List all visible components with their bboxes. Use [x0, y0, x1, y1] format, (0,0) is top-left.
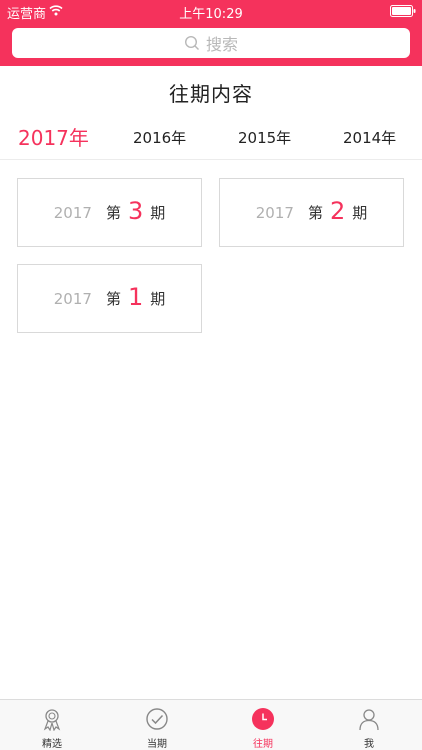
tab-2014[interactable]: 2014年 [343, 118, 396, 158]
tab-label: 我 [364, 739, 374, 750]
tab-label: 往期 [253, 739, 273, 750]
year-tabs: 2017年 2016年 2015年 2014年 [0, 118, 422, 160]
tab-past[interactable]: 往期 [233, 700, 293, 750]
user-icon [359, 709, 379, 731]
battery-icon [390, 5, 416, 17]
issue-number: 3 [127, 196, 144, 225]
tab-label: 当期 [147, 739, 167, 750]
search-placeholder: 搜索 [205, 35, 238, 54]
status-time: 上午10:29 [179, 7, 243, 22]
tab-current[interactable]: 当期 [127, 700, 187, 750]
issue-card-1[interactable]: 2017 第 1 期 [17, 264, 202, 333]
issue-prefix: 第 [105, 290, 121, 308]
issue-card-2[interactable]: 2017 第 2 期 [219, 178, 404, 247]
issue-prefix: 第 [307, 204, 323, 222]
search-icon [184, 35, 199, 50]
issue-year: 2017 [53, 203, 92, 222]
clock-icon [252, 708, 274, 730]
tab-2016[interactable]: 2016年 [133, 118, 186, 158]
check-circle-icon [146, 708, 168, 730]
tab-featured[interactable]: 精选 [22, 700, 82, 750]
header: 运营商 上午10:29 搜索 [0, 0, 422, 66]
tab-label: 精选 [42, 739, 62, 750]
issue-year: 2017 [53, 289, 92, 308]
page-title: 往期内容 [169, 82, 253, 106]
tab-2015[interactable]: 2015年 [238, 118, 291, 158]
issue-year: 2017 [255, 203, 294, 222]
issue-suffix: 期 [352, 204, 368, 222]
issue-suffix: 期 [150, 204, 166, 222]
app-screen: 运营商 上午10:29 搜索 往期内容 2017年 2016年 2015年 20… [0, 0, 422, 750]
issue-suffix: 期 [150, 290, 166, 308]
issue-number: 1 [127, 282, 144, 311]
search-bar[interactable]: 搜索 [12, 28, 410, 58]
issue-number: 2 [329, 196, 346, 225]
award-icon [43, 709, 61, 731]
tab-me[interactable]: 我 [339, 700, 399, 750]
tab-2017[interactable]: 2017年 [18, 118, 89, 158]
issue-card-3[interactable]: 2017 第 3 期 [17, 178, 202, 247]
tab-bar: 精选 当期 往期 我 [0, 699, 422, 750]
issue-prefix: 第 [105, 204, 121, 222]
status-bar: 运营商 上午10:29 [0, 0, 422, 22]
